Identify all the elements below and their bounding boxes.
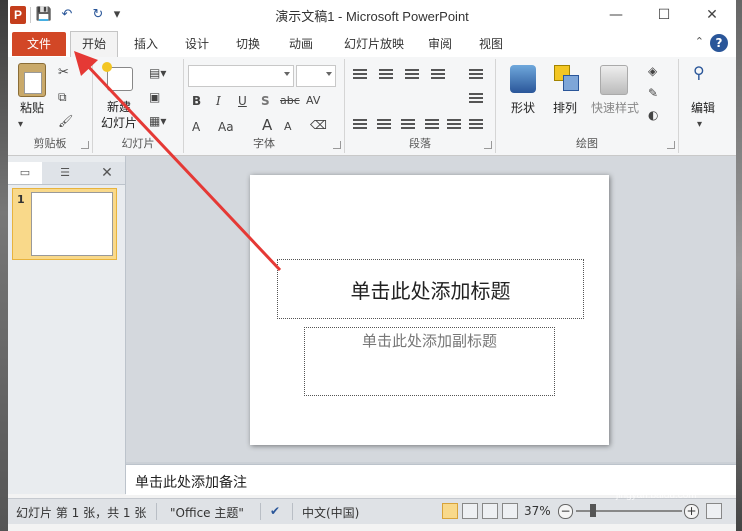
annotation-arrow (74, 51, 282, 272)
powerpoint-window: P 💾 ↶ ↻ ▾ 演示文稿1 - Microsoft PowerPoint —… (8, 0, 736, 531)
desktop-background-left (0, 0, 8, 531)
desktop-background-right (736, 0, 742, 531)
watermark-url: jingyan.baidu.com (616, 490, 697, 501)
